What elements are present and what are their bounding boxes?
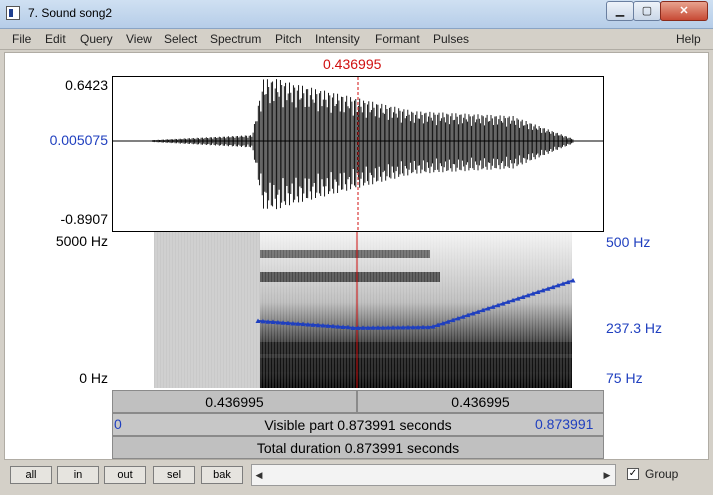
- pitch-mid-label: 237.3 Hz: [606, 320, 663, 336]
- zoom-selection-button[interactable]: sel: [153, 466, 195, 484]
- waveform-panel[interactable]: [112, 76, 604, 232]
- spectrogram-top-freq: 5000 Hz: [55, 233, 108, 249]
- waveform-signal: [152, 79, 574, 210]
- cursor-time-label: 0.436995: [323, 56, 382, 72]
- menu-query[interactable]: Query: [80, 32, 113, 46]
- pitch-top-label: 500 Hz: [606, 234, 651, 250]
- menu-view[interactable]: View: [126, 32, 152, 46]
- pitch-bottom-label: 75 Hz: [606, 370, 643, 386]
- menu-help[interactable]: Help: [676, 32, 701, 46]
- horizontal-scrollbar[interactable]: [251, 464, 616, 486]
- scroll-right-icon[interactable]: ▶: [600, 465, 614, 485]
- waveform-min-label: -0.8907: [60, 211, 108, 227]
- spectrogram-band-1: [260, 272, 440, 282]
- window-title: 7. Sound song2: [28, 6, 113, 20]
- menu-select[interactable]: Select: [164, 32, 197, 46]
- menu-intensity[interactable]: Intensity: [315, 32, 360, 46]
- menu-formant[interactable]: Formant: [375, 32, 420, 46]
- menu-bar: File Edit Query View Select Spectrum Pit…: [0, 29, 713, 50]
- maximize-button[interactable]: ▢: [633, 1, 661, 21]
- time-segment-right[interactable]: 0.436995: [357, 390, 604, 413]
- visible-start-label: 0: [114, 416, 122, 432]
- group-label: Group: [645, 467, 679, 481]
- minimize-button[interactable]: ▁: [606, 1, 634, 21]
- zoom-back-button[interactable]: bak: [201, 466, 243, 484]
- menu-pulses[interactable]: Pulses: [433, 32, 469, 46]
- total-duration-bar[interactable]: Total duration 0.873991 seconds: [112, 436, 604, 459]
- menu-edit[interactable]: Edit: [45, 32, 66, 46]
- close-button[interactable]: ✕: [660, 1, 708, 21]
- zoom-in-button[interactable]: in: [57, 466, 99, 484]
- group-checkbox[interactable]: ✓: [627, 468, 639, 480]
- menu-file[interactable]: File: [12, 32, 31, 46]
- spectrogram-plot: [154, 232, 576, 388]
- menu-pitch[interactable]: Pitch: [275, 32, 302, 46]
- visible-part-bar[interactable]: Visible part 0.873991 seconds: [112, 413, 604, 436]
- app-icon: [6, 6, 20, 20]
- waveform-max-label: 0.6423: [65, 77, 108, 93]
- zoom-all-button[interactable]: all: [10, 466, 52, 484]
- menu-spectrum[interactable]: Spectrum: [210, 32, 261, 46]
- scroll-left-icon[interactable]: ◀: [252, 465, 266, 485]
- time-segment-left[interactable]: 0.436995: [112, 390, 357, 413]
- spectrogram-panel[interactable]: [112, 232, 604, 388]
- waveform-value-label: 0.005075: [49, 132, 108, 148]
- visible-end-label: 0.873991: [535, 416, 594, 432]
- spectrogram-bottom-freq: 0 Hz: [79, 370, 108, 386]
- zoom-out-button[interactable]: out: [104, 466, 146, 484]
- waveform-plot: [113, 77, 603, 231]
